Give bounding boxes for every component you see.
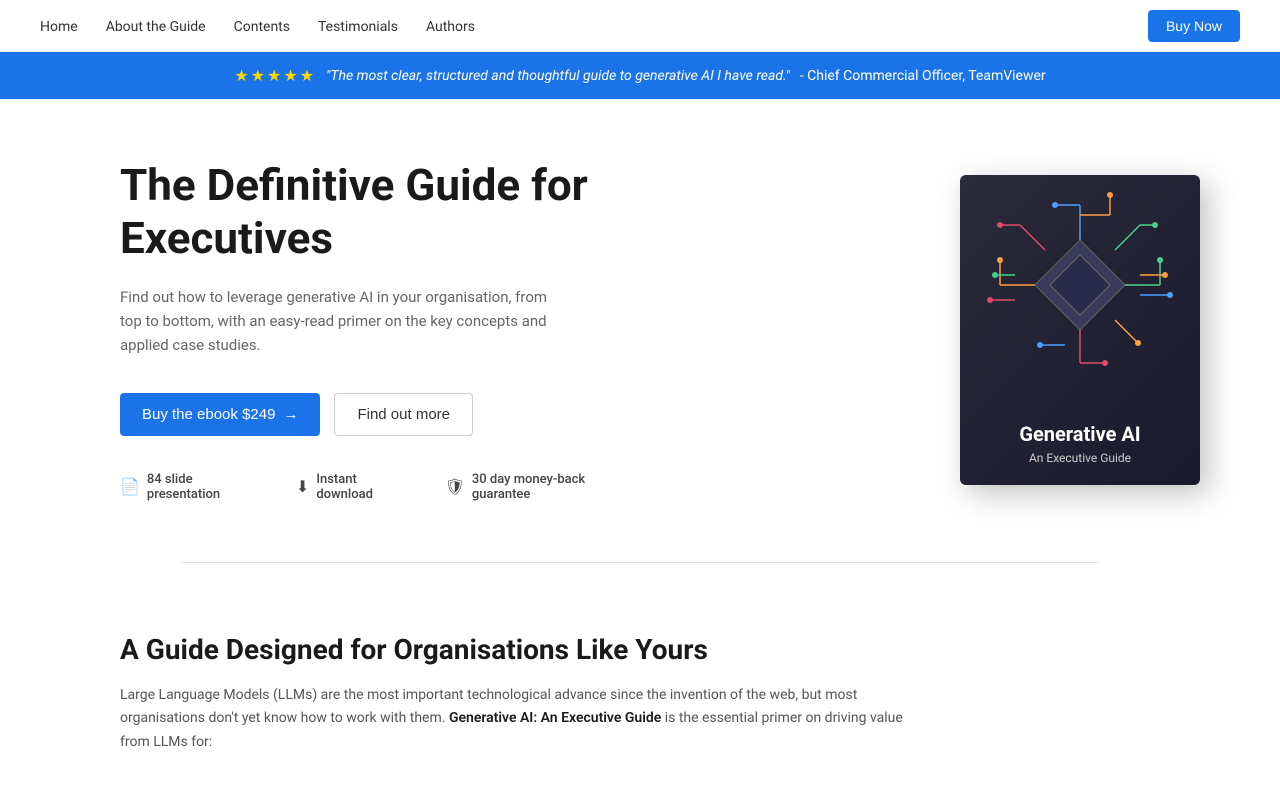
- slide-icon: 📄: [120, 477, 140, 496]
- section2: A Guide Designed for Organisations Like …: [0, 583, 1280, 785]
- star-rating: ★★★★★: [234, 66, 316, 85]
- book-title: Generative AI: [1019, 421, 1140, 447]
- nav-home[interactable]: Home: [40, 19, 78, 35]
- hero-text-block: The Definitive Guide for Executives Find…: [120, 159, 640, 502]
- section2-body: Large Language Models (LLMs) are the mos…: [120, 684, 920, 755]
- nav-links: Home About the Guide Contents Testimonia…: [40, 16, 475, 35]
- banner-quote-text: "The most clear, structured and thoughtf…: [326, 68, 790, 84]
- feature-download-label: Instant download: [316, 472, 412, 502]
- hero-features: 📄 84 slide presentation ⬇ Instant downlo…: [120, 472, 640, 502]
- section2-title: A Guide Designed for Organisations Like …: [120, 633, 1160, 666]
- hero-section: The Definitive Guide for Executives Find…: [0, 99, 1280, 542]
- feature-slide: 📄 84 slide presentation: [120, 472, 264, 502]
- hero-buttons: Buy the ebook $249 → Find out more: [120, 393, 640, 436]
- testimonial-banner: ★★★★★ "The most clear, structured and th…: [0, 52, 1280, 99]
- nav-contents[interactable]: Contents: [234, 19, 290, 35]
- navbar: Home About the Guide Contents Testimonia…: [0, 0, 1280, 52]
- nav-authors[interactable]: Authors: [426, 19, 475, 35]
- feature-download: ⬇ Instant download: [296, 472, 413, 502]
- hero-title: The Definitive Guide for Executives: [120, 159, 640, 265]
- find-out-more-button[interactable]: Find out more: [334, 393, 473, 436]
- banner-attribution: - Chief Commercial Officer, TeamViewer: [800, 68, 1046, 84]
- feature-guarantee-label: 30 day money-back guarantee: [472, 472, 640, 502]
- shield-icon: 🛡: [445, 477, 465, 496]
- book-subtitle: An Executive Guide: [1029, 451, 1131, 465]
- download-icon: ⬇: [296, 477, 309, 496]
- circuit-diagram: [980, 185, 1180, 385]
- buy-ebook-button[interactable]: Buy the ebook $249 →: [120, 393, 320, 436]
- hero-subtitle: Find out how to leverage generative AI i…: [120, 285, 550, 357]
- nav-testimonials[interactable]: Testimonials: [318, 19, 398, 35]
- section2-strong: Generative AI: An Executive Guide: [449, 710, 661, 726]
- section-divider: [180, 562, 1100, 563]
- feature-slide-label: 84 slide presentation: [147, 472, 264, 502]
- feature-guarantee: 🛡 30 day money-back guarantee: [445, 472, 640, 502]
- nav-buy-now-button[interactable]: Buy Now: [1148, 10, 1240, 42]
- book-cover: Generative AI An Executive Guide: [960, 175, 1200, 485]
- nav-about[interactable]: About the Guide: [106, 19, 206, 35]
